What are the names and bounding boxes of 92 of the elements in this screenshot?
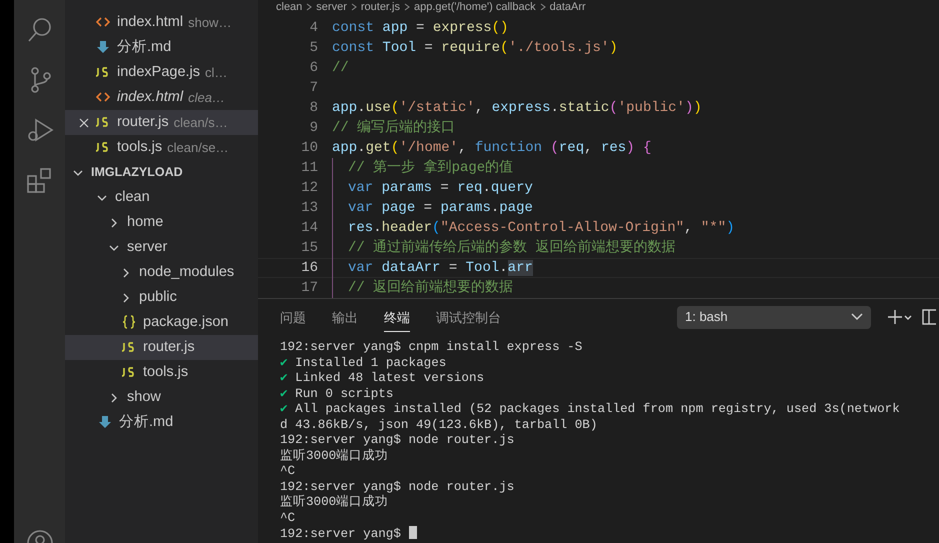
- down-arrow-icon: [97, 415, 113, 430]
- js-file-icon: [95, 115, 111, 130]
- search-icon[interactable]: [26, 16, 54, 44]
- code-line: const app = express(): [332, 18, 508, 38]
- line-number: 9: [308, 118, 318, 138]
- section-title[interactable]: IMGLAZYLOAD: [91, 163, 183, 182]
- chevron-icon: [404, 3, 410, 11]
- line-number: 14: [300, 218, 318, 238]
- tree-item[interactable]: tools.js: [65, 360, 258, 385]
- tree-item[interactable]: node_modules: [65, 260, 258, 285]
- tree-item[interactable]: 分析.md: [65, 410, 258, 435]
- caret-icon: [851, 313, 863, 321]
- tree-item[interactable]: clean: [65, 185, 258, 210]
- breadcrumb-item[interactable]: app.get('/home') callback: [414, 2, 536, 12]
- open-editor-item[interactable]: index.html show…: [65, 10, 258, 35]
- run-debug-icon[interactable]: [26, 116, 54, 144]
- terminal-line: ✔ Installed 1 packages: [280, 356, 448, 371]
- line-number: 10: [300, 138, 318, 158]
- line-number: 16: [300, 258, 318, 278]
- line-number: 12: [300, 178, 318, 198]
- code-line: app.get('/home', function (req, res) {: [332, 138, 652, 158]
- open-editor-item[interactable]: tools.js clean/se…: [65, 135, 258, 160]
- js-file-icon: [121, 340, 137, 355]
- line-number: 13: [300, 198, 318, 218]
- line-number: 11: [300, 158, 318, 178]
- code-line: //: [332, 58, 349, 78]
- chevron-icon[interactable]: [121, 268, 131, 278]
- code-line: res.header("Access-Control-Allow-Origin", "*"): [348, 218, 735, 238]
- open-editor-item[interactable]: router.js clean/s…: [65, 110, 258, 135]
- extensions-icon[interactable]: [26, 166, 54, 194]
- tree-item[interactable]: public: [65, 285, 258, 310]
- cursor-icon: [408, 526, 417, 539]
- breadcrumb-item[interactable]: router.js: [360, 2, 400, 12]
- terminal-line: ✔ All packages installed (52 packages installed from npm registry, used 3s(network: [280, 402, 901, 418]
- terminal-line: ^C: [280, 510, 296, 526]
- code-line: // 通过前端传给后端的参数 返回给前端想要的数据: [348, 238, 676, 258]
- chevron-icon: [350, 3, 357, 11]
- chevron-icon: [540, 3, 546, 11]
- chevron-icon[interactable]: [109, 242, 119, 252]
- terminal-line: 监听3000端口成功: [280, 448, 390, 464]
- chevron-icon[interactable]: [109, 218, 119, 228]
- code-line: // 返回给前端想要的数据: [348, 278, 514, 298]
- terminal-line: 192:server yang$ cnpm install express -S: [280, 340, 584, 356]
- terminal-line: 监听3000端口成功: [280, 495, 390, 510]
- panel-tab[interactable]: 输出: [332, 302, 358, 332]
- terminal-line: ✔ Linked 48 latest versions: [280, 371, 486, 386]
- code-line: const Tool = require('./tools.js'): [332, 38, 618, 58]
- line-number: 5: [308, 38, 318, 58]
- tree-item[interactable]: server: [65, 235, 258, 260]
- line-number: 8: [308, 98, 318, 118]
- code-line: app.use('/static', express.static('public')): [332, 98, 702, 118]
- chevron-icon[interactable]: [121, 292, 131, 302]
- close-icon[interactable]: [79, 118, 89, 128]
- breadcrumb-item[interactable]: server: [316, 2, 347, 12]
- chevron-icon[interactable]: [73, 168, 83, 178]
- panel-tab[interactable]: 终端: [384, 302, 410, 332]
- code-line: var dataArr = Tool.arr: [348, 258, 533, 278]
- breadcrumb-item[interactable]: clean: [276, 2, 302, 12]
- panel-tab[interactable]: 问题: [280, 302, 306, 332]
- tree-item[interactable]: home: [65, 210, 258, 235]
- line-number: 6: [308, 58, 318, 78]
- chevron-icon[interactable]: [97, 192, 107, 202]
- line-number: 4: [308, 18, 318, 38]
- js-file-icon: [121, 365, 137, 380]
- js-file-icon: [95, 65, 111, 80]
- tree-item[interactable]: router.js: [65, 335, 258, 360]
- chevron-icon: [306, 3, 312, 11]
- terminal-line: ^C: [280, 464, 296, 480]
- chevron-icon[interactable]: [109, 392, 119, 402]
- down-arrow-icon: [95, 40, 111, 55]
- terminal-line: d 43.86kB/s, json 49(123.6kB), tarball 0B): [280, 418, 598, 433]
- terminal-line: ✔ Run 0 scripts: [280, 386, 394, 402]
- code-line: var params = req.query: [348, 178, 533, 198]
- js-file-icon: [95, 140, 111, 155]
- braces-icon: [121, 315, 137, 330]
- terminal-line: 192:server yang$ node router.js: [280, 433, 516, 448]
- terminal-dropdown[interactable]: 1: bash: [677, 306, 871, 328]
- open-editor-item[interactable]: indexPage.js cl…: [65, 60, 258, 85]
- line-number: 15: [300, 238, 318, 258]
- code-line: var page = params.page: [348, 198, 533, 218]
- breadcrumb-item[interactable]: dataArr: [550, 2, 586, 12]
- line-number: 17: [300, 278, 318, 298]
- open-editor-item[interactable]: 分析.md: [65, 35, 258, 60]
- open-editor-item[interactable]: index.html clea…: [65, 85, 258, 110]
- line-number: 7: [308, 78, 318, 98]
- code-line: // 编写后端的接口: [332, 118, 456, 138]
- tree-item[interactable]: package.json: [65, 310, 258, 335]
- code-line: // 第一步 拿到page的值: [348, 158, 514, 178]
- tree-item[interactable]: show: [65, 385, 258, 410]
- terminal-line: 192:server yang$ node router.js: [280, 480, 516, 494]
- panel-tab[interactable]: 调试控制台: [436, 302, 501, 332]
- terminal-prompt: 192:server yang$: [280, 526, 939, 542]
